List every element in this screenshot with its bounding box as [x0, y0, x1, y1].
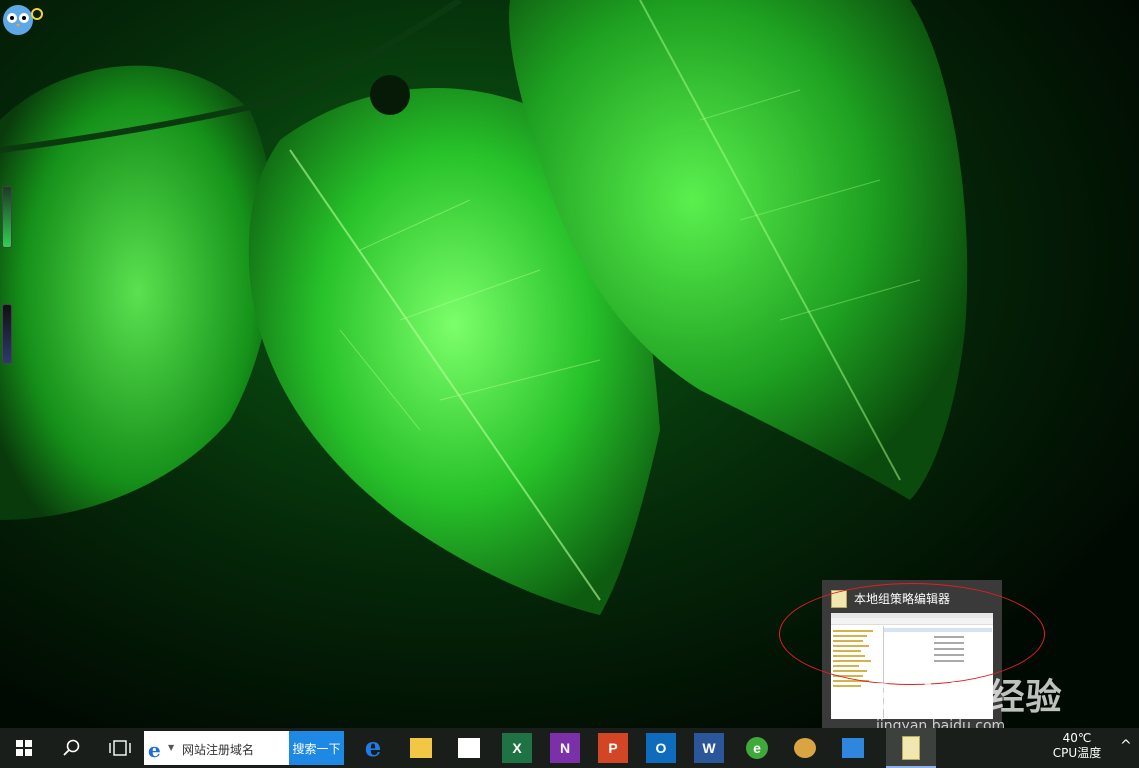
watermark-brand: Baidu经验 [868, 677, 1063, 718]
search-button[interactable] [48, 728, 96, 768]
cpu-temperature-value: 40℃ [1062, 731, 1092, 745]
policy-editor-icon[interactable] [896, 733, 926, 763]
cpu-temperature[interactable]: 40℃ CPU温度 [1046, 731, 1108, 765]
file-explorer-icon[interactable] [406, 733, 436, 763]
control-panel-icon[interactable] [838, 733, 868, 763]
paint-icon[interactable] [790, 733, 820, 763]
chevron-up-icon[interactable]: ^ [1120, 738, 1132, 754]
cpu-temperature-label: CPU温度 [1052, 746, 1102, 760]
search-submit-button[interactable]: 搜索一下 [289, 731, 344, 765]
outlook-icon[interactable]: O [646, 733, 676, 763]
taskbar: e ▼ 网站注册域名 搜索一下 e XNPOWe 40℃ CPU温度 ^ [0, 728, 1139, 768]
word-icon[interactable]: W [694, 733, 724, 763]
task-view-button[interactable] [96, 728, 144, 768]
ie-icon: e [148, 738, 161, 762]
excel-icon[interactable]: X [502, 733, 532, 763]
side-meter-blue [2, 304, 12, 364]
windows-logo-icon [16, 740, 32, 756]
start-button[interactable] [0, 728, 48, 768]
task-view-icon [109, 740, 131, 756]
search-box[interactable]: e ▼ 网站注册域名 [144, 731, 289, 765]
side-meter-green [2, 186, 12, 248]
search-input[interactable]: 网站注册域名 [182, 741, 254, 758]
owl-icon[interactable] [0, 0, 44, 38]
dropdown-arrow-icon[interactable]: ▼ [168, 743, 174, 752]
edge-icon[interactable]: e [358, 733, 388, 763]
browser-360-icon[interactable]: e [746, 737, 768, 759]
powerpoint-icon[interactable]: P [598, 733, 628, 763]
onenote-icon[interactable]: N [550, 733, 580, 763]
store-icon[interactable] [454, 733, 484, 763]
search-icon [63, 739, 80, 756]
